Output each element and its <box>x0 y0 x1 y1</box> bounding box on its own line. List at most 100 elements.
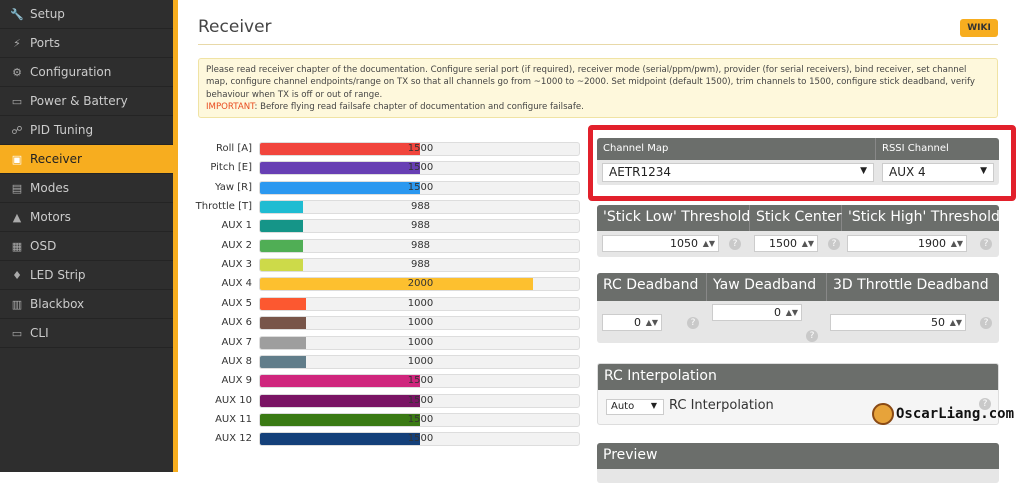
receiver-icon: ▣ <box>11 152 23 166</box>
sidebar-item-ports[interactable]: ⚡ Ports <box>0 29 173 58</box>
terminal-icon: ▭ <box>11 326 23 340</box>
channel-map-select[interactable]: AETR1234 ▼ <box>602 163 874 182</box>
sidebar-item-label: OSD <box>30 239 57 253</box>
sidebar-item-configuration[interactable]: ⚙ Configuration <box>0 58 173 87</box>
wrench-icon: 🔧 <box>10 7 24 21</box>
channel-row: AUX 2 988 <box>190 238 585 254</box>
channel-bar: 988 <box>259 200 580 215</box>
help-icon[interactable]: ? <box>729 238 741 250</box>
channel-map-panel: Channel Map RSSI Channel AETR1234 ▼ AUX 4… <box>597 138 999 185</box>
watermark-text: OscarLiang.com <box>896 406 1015 422</box>
stick-low-label: 'Stick Low' Threshold <box>597 205 750 231</box>
channel-value: 1000 <box>407 297 434 309</box>
channel-label: AUX 5 <box>221 297 252 309</box>
sidebar-item-cli[interactable]: ▭ CLI <box>0 319 173 348</box>
channel-value: 988 <box>410 239 431 251</box>
preview-panel: Preview <box>597 443 999 483</box>
sidebar-item-modes[interactable]: ▤ Modes <box>0 174 173 203</box>
sidebar-item-led-strip[interactable]: ♦ LED Strip <box>0 261 173 290</box>
sitemap-icon: ☍ <box>11 123 23 137</box>
motor-icon: ▲ <box>12 210 22 224</box>
spinner-icon[interactable]: ▲▼ <box>646 315 658 330</box>
sidebar-item-receiver[interactable]: ▣ Receiver <box>0 145 173 174</box>
sidebar-item-label: Setup <box>30 7 65 21</box>
channel-value: 1500 <box>407 433 434 445</box>
channel-value: 1500 <box>407 162 434 174</box>
rssi-channel-label: RSSI Channel <box>882 143 949 154</box>
3d-throttle-deadband-input[interactable]: 50 ▲▼ <box>830 314 966 331</box>
help-icon[interactable]: ? <box>980 317 992 329</box>
stick-center-label: Stick Center <box>750 205 842 231</box>
rc-deadband-input[interactable]: 0 ▲▼ <box>602 314 662 331</box>
sidebar-item-label: Receiver <box>30 152 82 166</box>
chevron-down-icon: ▼ <box>980 166 987 176</box>
channel-row: AUX 6 1000 <box>190 316 585 331</box>
help-icon[interactable]: ? <box>980 238 992 250</box>
sidebar-item-osd[interactable]: ▦ OSD <box>0 232 173 261</box>
sidebar-item-motors[interactable]: ▲ Motors <box>0 203 173 232</box>
channel-label: Roll [A] <box>216 143 252 154</box>
stick-center-input[interactable]: 1500 ▲▼ <box>754 235 818 252</box>
channel-row: AUX 7 1000 <box>190 335 585 351</box>
channel-row: AUX 12 1500 <box>190 432 585 447</box>
channel-value: 2000 <box>407 278 434 290</box>
channel-label: Pitch [E] <box>210 162 252 174</box>
sidebar-item-label: Configuration <box>30 65 112 79</box>
rc-interpolation-title: RC Interpolation <box>604 368 717 384</box>
channel-bar: 1500 <box>259 412 580 427</box>
help-icon[interactable]: ? <box>687 317 699 329</box>
channel-map-label: Channel Map <box>597 138 876 160</box>
channel-bar: 988 <box>259 258 580 273</box>
sidebar-item-pid-tuning[interactable]: ☍ PID Tuning <box>0 116 173 145</box>
spinner-icon[interactable]: ▲▼ <box>950 315 962 330</box>
channel-label: AUX 7 <box>221 336 252 348</box>
channel-value: 1000 <box>407 355 434 367</box>
stick-high-label: 'Stick High' Threshold <box>848 209 999 225</box>
spinner-icon[interactable]: ▲▼ <box>802 236 814 251</box>
spinner-icon[interactable]: ▲▼ <box>786 305 798 320</box>
stick-high-input[interactable]: 1900 ▲▼ <box>847 235 967 252</box>
osd-icon: ▦ <box>11 239 23 253</box>
stick-low-input[interactable]: 1050 ▲▼ <box>602 235 719 252</box>
channel-value: 1500 <box>407 181 434 193</box>
channel-row: Yaw [R] 1500 <box>190 180 585 196</box>
channel-map-value: AETR1234 <box>609 165 671 179</box>
stick-thresholds-panel: 'Stick Low' Threshold Stick Center 'Stic… <box>597 205 999 257</box>
channel-bar: 1000 <box>259 316 580 331</box>
channel-row: AUX 9 1500 <box>190 374 585 389</box>
channel-label: AUX 12 <box>215 433 252 445</box>
plug-icon: ⚡ <box>13 36 21 50</box>
watermark-logo: OscarLiang.com <box>872 403 1014 425</box>
sidebar-item-label: Motors <box>30 210 71 224</box>
spinner-icon[interactable]: ▲▼ <box>703 236 715 251</box>
rc-deadband-value: 0 <box>634 316 641 329</box>
sidebar-item-blackbox[interactable]: ▥ Blackbox <box>0 290 173 319</box>
help-icon[interactable]: ? <box>806 330 818 342</box>
channel-label: AUX 4 <box>221 278 252 290</box>
channel-label: AUX 6 <box>221 317 252 329</box>
sidebar-item-setup[interactable]: 🔧 Setup <box>0 0 173 29</box>
rc-interpolation-select[interactable]: Auto ▼ <box>606 399 664 415</box>
sidebar-item-label: Power & Battery <box>30 94 128 108</box>
channel-label: AUX 11 <box>215 413 252 425</box>
deadband-panel: RC Deadband Yaw Deadband 3D Throttle Dea… <box>597 273 999 343</box>
channel-value: 988 <box>410 220 431 232</box>
wiki-button[interactable]: WIKI <box>960 19 998 37</box>
channel-bar: 1500 <box>259 374 580 389</box>
channel-value: 1500 <box>407 413 434 425</box>
channel-label: AUX 9 <box>221 375 252 387</box>
page-title: Receiver <box>198 17 272 37</box>
important-label: IMPORTANT <box>206 101 255 112</box>
channel-bar: 1500 <box>259 180 580 195</box>
spinner-icon[interactable]: ▲▼ <box>951 236 963 251</box>
channel-bar: 2000 <box>259 277 580 292</box>
divider <box>198 44 998 45</box>
sidebar-item-label: LED Strip <box>30 268 86 282</box>
channel-row: Pitch [E] 1500 <box>190 161 585 176</box>
sidebar-item-power-battery[interactable]: ▭ Power & Battery <box>0 87 173 116</box>
yaw-deadband-input[interactable]: 0 ▲▼ <box>712 304 802 321</box>
rssi-channel-select[interactable]: AUX 4 ▼ <box>882 163 994 182</box>
help-icon[interactable]: ? <box>828 238 840 250</box>
logo-icon <box>872 403 894 425</box>
battery-icon: ▭ <box>11 94 23 108</box>
